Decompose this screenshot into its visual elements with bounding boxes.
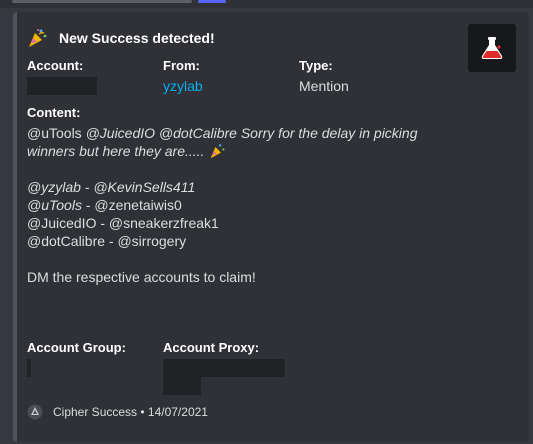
content-line-7: @dotCalibre - @sirrogery xyxy=(27,233,187,249)
field-content: Content: @uTools @JuicedIO @dotCalibre S… xyxy=(27,105,447,286)
content-line-6: @JuicedIO - @sneakerzfreak1 xyxy=(27,215,219,231)
cipher-logo-icon xyxy=(27,404,43,420)
embed-author: New Success detected! xyxy=(27,28,215,48)
content-line-2: winners but here they are..... xyxy=(27,142,447,160)
field-type-label: Type: xyxy=(299,58,333,73)
content-winner-name: @yzylab xyxy=(27,179,81,195)
account-redacted xyxy=(27,77,97,95)
content-line-5: @uTools - @zenetaiwis0 xyxy=(27,196,447,214)
from-link[interactable]: yzylab xyxy=(163,78,203,94)
field-account-label: Account: xyxy=(27,58,84,73)
content-mention-utools: @uTools xyxy=(27,125,86,141)
content-winner-handle: - @KevinSells411 xyxy=(80,179,196,195)
content-line-4: @yzylab - @KevinSells411 xyxy=(27,178,447,196)
content-winner-name: @uTools xyxy=(27,197,82,213)
account-proxy-redacted-1 xyxy=(163,359,285,377)
field-from: From: yzylab xyxy=(163,58,203,95)
field-type-value: Mention xyxy=(299,78,349,94)
field-account-group: Account Group: xyxy=(27,340,126,377)
account-group-redacted xyxy=(27,359,31,377)
field-from-label: From: xyxy=(163,58,200,73)
embed-footer: Cipher Success • 14/07/2021 xyxy=(27,402,208,422)
content-line-9: DM the respective accounts to claim! xyxy=(27,269,256,285)
potion-flask-icon xyxy=(481,37,503,59)
party-popper-icon xyxy=(29,29,47,47)
field-account-proxy-label: Account Proxy: xyxy=(163,340,260,355)
account-proxy-redacted-2 xyxy=(163,377,201,395)
field-account-group-label: Account Group: xyxy=(27,340,126,355)
field-content-label: Content: xyxy=(27,105,81,120)
embed-title: New Success detected! xyxy=(59,30,215,46)
content-line-1: @uTools @JuicedIO @dotCalibre Sorry for … xyxy=(27,124,447,142)
content-text-2: winners but here they are..... xyxy=(27,143,205,159)
previous-message-strip xyxy=(0,0,533,8)
content-text-1: @JuicedIO @dotCalibre Sorry for the dela… xyxy=(85,125,418,141)
field-account: Account: xyxy=(27,58,97,95)
embed-thumbnail[interactable] xyxy=(468,24,516,72)
field-type: Type: Mention xyxy=(299,58,349,95)
party-popper-emoji-icon xyxy=(210,144,225,159)
previous-message-text xyxy=(12,0,192,3)
footer-text: Cipher Success • 14/07/2021 xyxy=(53,405,208,419)
field-account-proxy: Account Proxy: xyxy=(163,340,285,395)
success-embed: New Success detected! Account: From: yzy… xyxy=(13,12,529,442)
content-winner-handle: - @zenetaiwis0 xyxy=(81,197,182,213)
previous-message-mention xyxy=(198,0,226,3)
